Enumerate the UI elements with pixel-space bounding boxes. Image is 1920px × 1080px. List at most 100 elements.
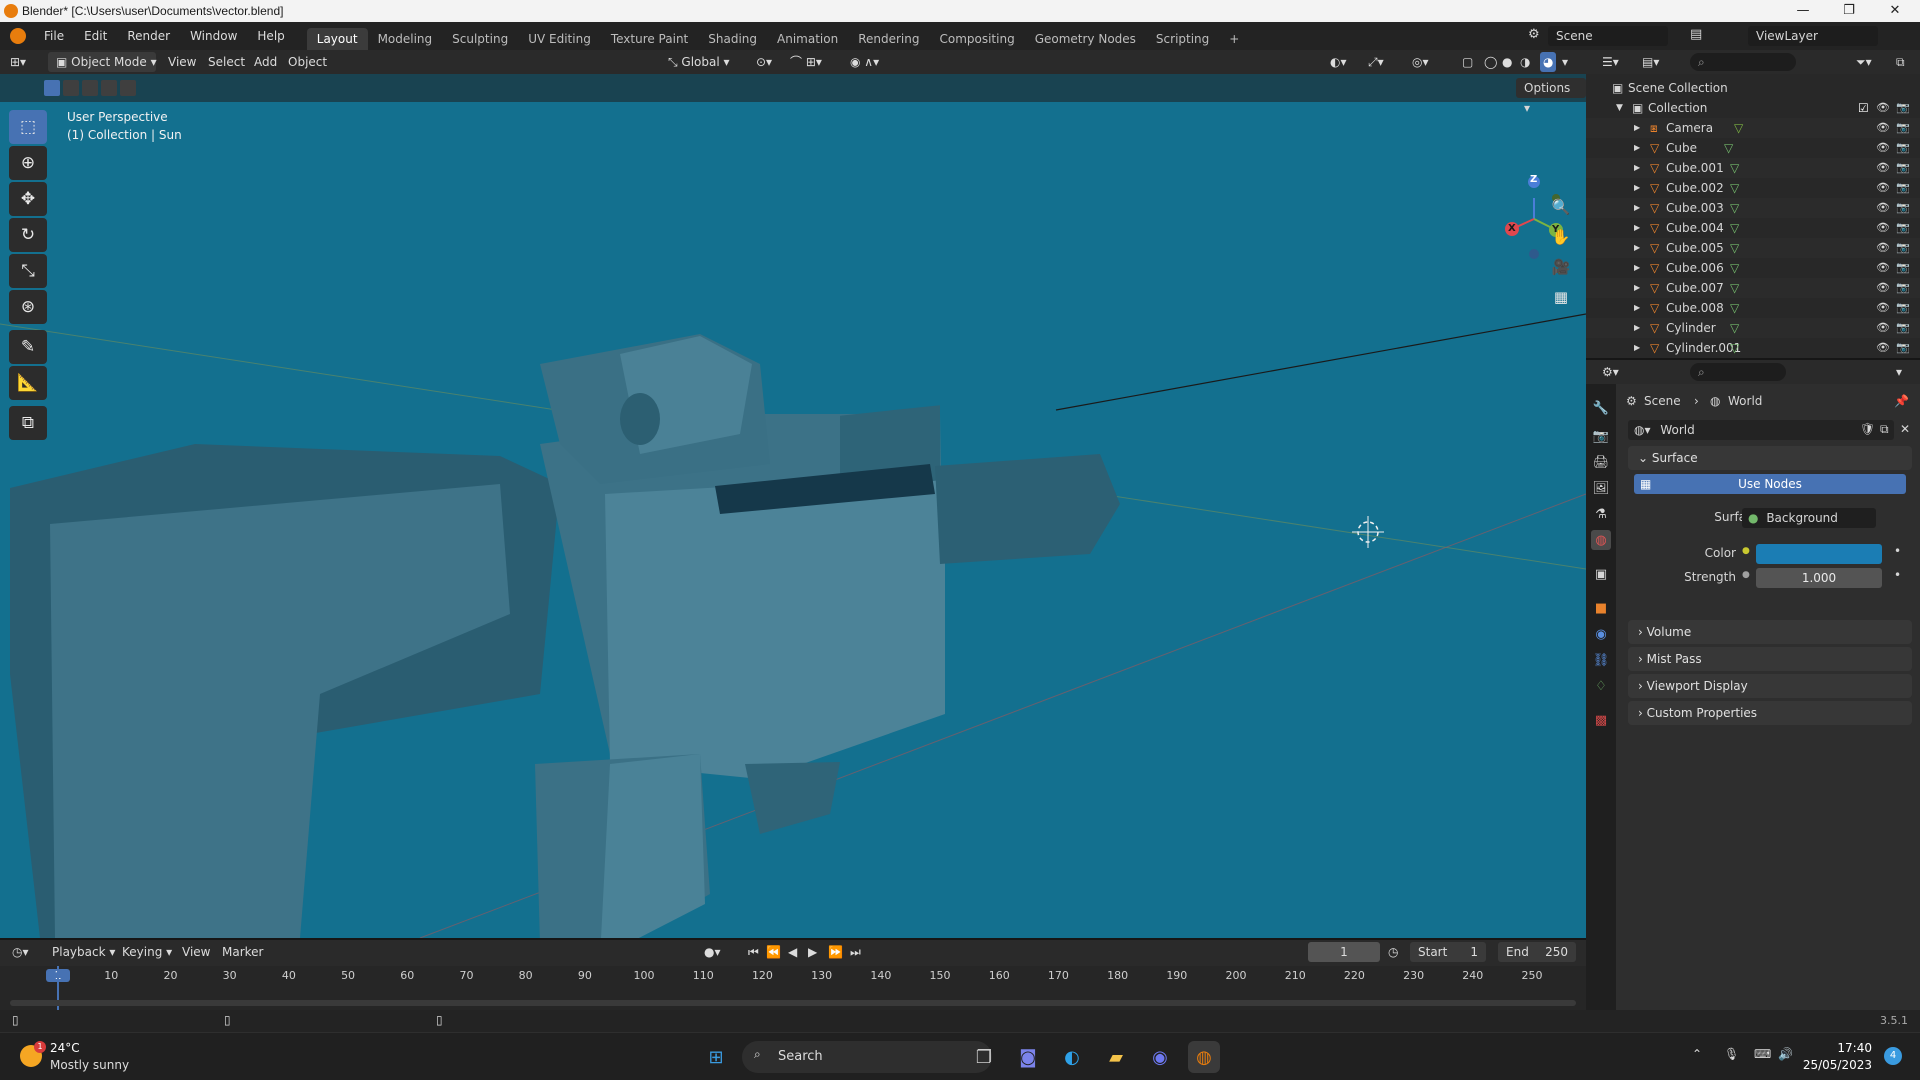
weather-temperature[interactable]: 24°C bbox=[50, 1041, 80, 1055]
outliner-row-scene-collection[interactable]: ▣ Scene Collection bbox=[1586, 78, 1920, 98]
measure-tool[interactable]: 📐 bbox=[9, 366, 47, 400]
rotate-tool[interactable]: ↻ bbox=[9, 218, 47, 252]
outliner-row[interactable]: ▶ ▽ Cylinder.001 ▽ 👁 📷 bbox=[1586, 338, 1920, 358]
play-button[interactable]: ▶ bbox=[808, 942, 817, 962]
jump-start-button[interactable]: ⏮ bbox=[748, 942, 759, 962]
microphone-icon[interactable]: 🎙 bbox=[1724, 1047, 1739, 1061]
scene-selector[interactable]: Scene bbox=[1548, 26, 1668, 46]
eye-icon[interactable]: 👁 bbox=[1876, 118, 1890, 138]
outliner-row[interactable]: ▶ ▽ Cube.002 ▽ 👁 📷 bbox=[1586, 178, 1920, 198]
camera-render-icon[interactable]: 📷 bbox=[1896, 278, 1910, 298]
menu-view[interactable]: View bbox=[168, 52, 196, 72]
tab-modeling[interactable]: Modeling bbox=[368, 28, 443, 50]
shading-rendered-icon[interactable]: ◕ bbox=[1540, 52, 1557, 72]
volume-panel-header[interactable]: › Volume bbox=[1628, 620, 1912, 644]
network-icon[interactable]: ⌨ bbox=[1754, 1047, 1771, 1061]
expand-arrow-icon[interactable]: ▶ bbox=[1634, 118, 1640, 138]
tab-rendering[interactable]: Rendering bbox=[848, 28, 929, 50]
end-frame-input[interactable]: End 250 bbox=[1498, 942, 1576, 962]
camera-render-icon[interactable]: 📷 bbox=[1896, 318, 1910, 338]
keyframe-dot-icon[interactable]: • bbox=[1894, 544, 1901, 558]
display-mode-icon[interactable]: ▤▾ bbox=[1642, 52, 1659, 72]
start-button[interactable]: ⊞ bbox=[700, 1041, 732, 1073]
eye-icon[interactable]: 👁 bbox=[1876, 318, 1890, 338]
camera-render-icon[interactable]: 📷 bbox=[1896, 198, 1910, 218]
eye-icon[interactable]: 👁 bbox=[1876, 98, 1890, 118]
weather-description[interactable]: Mostly sunny bbox=[50, 1058, 129, 1072]
camera-render-icon[interactable]: 📷 bbox=[1896, 258, 1910, 278]
blender-taskbar-icon[interactable]: ◍ bbox=[1188, 1041, 1220, 1073]
unlink-world-icon[interactable]: ✕ bbox=[1900, 422, 1910, 436]
select-box-tool[interactable]: ⬚ bbox=[9, 110, 47, 144]
tool-tab-icon[interactable]: 🔧 bbox=[1591, 398, 1611, 418]
timeline-editor-type-icon[interactable]: ◷▾ bbox=[12, 942, 29, 962]
outliner-row[interactable]: ▶ ▽ Cube.005 ▽ 👁 📷 bbox=[1586, 238, 1920, 258]
mesh-data-icon[interactable]: ▽ bbox=[1730, 198, 1739, 218]
mesh-data-icon[interactable]: ▽ bbox=[1724, 138, 1733, 158]
timeline-scrollbar[interactable] bbox=[10, 1000, 1576, 1006]
expand-arrow-icon[interactable]: ▼ bbox=[1616, 98, 1623, 118]
camera-render-icon[interactable]: 📷 bbox=[1896, 298, 1910, 318]
world-browse-icon[interactable]: ◍▾ bbox=[1628, 423, 1651, 437]
view-layer-selector[interactable]: ViewLayer bbox=[1748, 26, 1878, 46]
discord-icon[interactable]: ◉ bbox=[1144, 1041, 1176, 1073]
add-workspace-button[interactable]: + bbox=[1219, 28, 1249, 50]
menu-window[interactable]: Window bbox=[180, 29, 247, 43]
add-cube-tool[interactable]: ⧉ bbox=[9, 406, 47, 440]
start-frame-input[interactable]: Start 1 bbox=[1410, 942, 1486, 962]
teams-chat-icon[interactable]: ◙ bbox=[1012, 1041, 1044, 1073]
blender-menu-icon[interactable] bbox=[10, 28, 26, 44]
3d-viewport[interactable]: Options ▾ Z Y X User Perspective (1) Col… bbox=[0, 74, 1586, 938]
camera-render-icon[interactable]: 📷 bbox=[1896, 98, 1910, 118]
xray-toggle-icon[interactable]: ▢ bbox=[1462, 52, 1473, 72]
camera-render-icon[interactable]: 📷 bbox=[1896, 178, 1910, 198]
notification-badge[interactable]: 4 bbox=[1884, 1047, 1902, 1065]
shading-options-icon[interactable]: ▾ bbox=[1562, 52, 1568, 72]
gizmo-toggle-icon[interactable]: ⤢▾ bbox=[1368, 52, 1384, 72]
eye-icon[interactable]: 👁 bbox=[1876, 338, 1890, 358]
mesh-data-icon[interactable]: ▽ bbox=[1730, 178, 1739, 198]
annotate-tool[interactable]: ✎ bbox=[9, 330, 47, 364]
menu-add[interactable]: Add bbox=[254, 52, 277, 72]
eye-icon[interactable]: 👁 bbox=[1876, 138, 1890, 158]
properties-search-input[interactable]: ⌕ bbox=[1690, 363, 1786, 381]
color-swatch[interactable] bbox=[1756, 544, 1882, 564]
menu-file[interactable]: File bbox=[34, 29, 74, 43]
expand-arrow-icon[interactable]: ▶ bbox=[1634, 298, 1640, 318]
world-selector[interactable]: ◍▾ World bbox=[1628, 420, 1894, 440]
checkbox-icon[interactable]: ☑ bbox=[1858, 98, 1869, 118]
edge-browser-icon[interactable]: ◐ bbox=[1056, 1041, 1088, 1073]
world-tab-icon[interactable]: ◍ bbox=[1591, 530, 1611, 550]
mist-pass-panel-header[interactable]: › Mist Pass bbox=[1628, 647, 1912, 671]
perspective-toggle-button[interactable]: ▦ bbox=[1548, 284, 1574, 310]
expand-arrow-icon[interactable]: ▶ bbox=[1634, 138, 1640, 158]
scene-tab-icon[interactable]: ⚗ bbox=[1591, 504, 1611, 524]
expand-arrow-icon[interactable]: ▶ bbox=[1634, 278, 1640, 298]
tab-compositing[interactable]: Compositing bbox=[929, 28, 1024, 50]
custom-properties-panel-header[interactable]: › Custom Properties bbox=[1628, 701, 1912, 725]
camera-render-icon[interactable]: 📷 bbox=[1896, 138, 1910, 158]
scale-tool[interactable]: ⤡ bbox=[9, 254, 47, 288]
camera-view-button[interactable]: 🎥 bbox=[1548, 254, 1574, 280]
snap-icon[interactable]: ⌒ ⊞▾ bbox=[790, 52, 822, 72]
shading-material-icon[interactable]: ◑ bbox=[1520, 52, 1530, 72]
shading-wireframe-icon[interactable]: ◯ bbox=[1484, 52, 1497, 72]
mesh-data-icon[interactable]: ▽ bbox=[1730, 218, 1739, 238]
physics-tab-icon[interactable]: ◉ bbox=[1591, 624, 1611, 644]
surface-shader-selector[interactable]: ● Background bbox=[1742, 508, 1876, 528]
eye-icon[interactable]: 👁 bbox=[1876, 298, 1890, 318]
use-nodes-button[interactable]: ▦ Use Nodes bbox=[1634, 474, 1906, 494]
camera-render-icon[interactable]: 📷 bbox=[1896, 158, 1910, 178]
tab-geometry-nodes[interactable]: Geometry Nodes bbox=[1025, 28, 1146, 50]
tab-layout[interactable]: Layout bbox=[306, 28, 368, 50]
file-explorer-icon[interactable]: ▰ bbox=[1100, 1041, 1132, 1073]
move-tool[interactable]: ✥ bbox=[9, 182, 47, 216]
mesh-data-icon[interactable]: ▽ bbox=[1730, 278, 1739, 298]
mesh-data-icon[interactable]: ▽ bbox=[1730, 238, 1739, 258]
mesh-data-icon[interactable]: ▽ bbox=[1730, 338, 1739, 358]
outliner-search-input[interactable]: ⌕ bbox=[1690, 53, 1796, 71]
outliner-row[interactable]: ▶ ▽ Cube.004 ▽ 👁 📷 bbox=[1586, 218, 1920, 238]
menu-object[interactable]: Object bbox=[288, 52, 327, 72]
expand-arrow-icon[interactable]: ▶ bbox=[1634, 338, 1640, 358]
eye-icon[interactable]: 👁 bbox=[1876, 178, 1890, 198]
